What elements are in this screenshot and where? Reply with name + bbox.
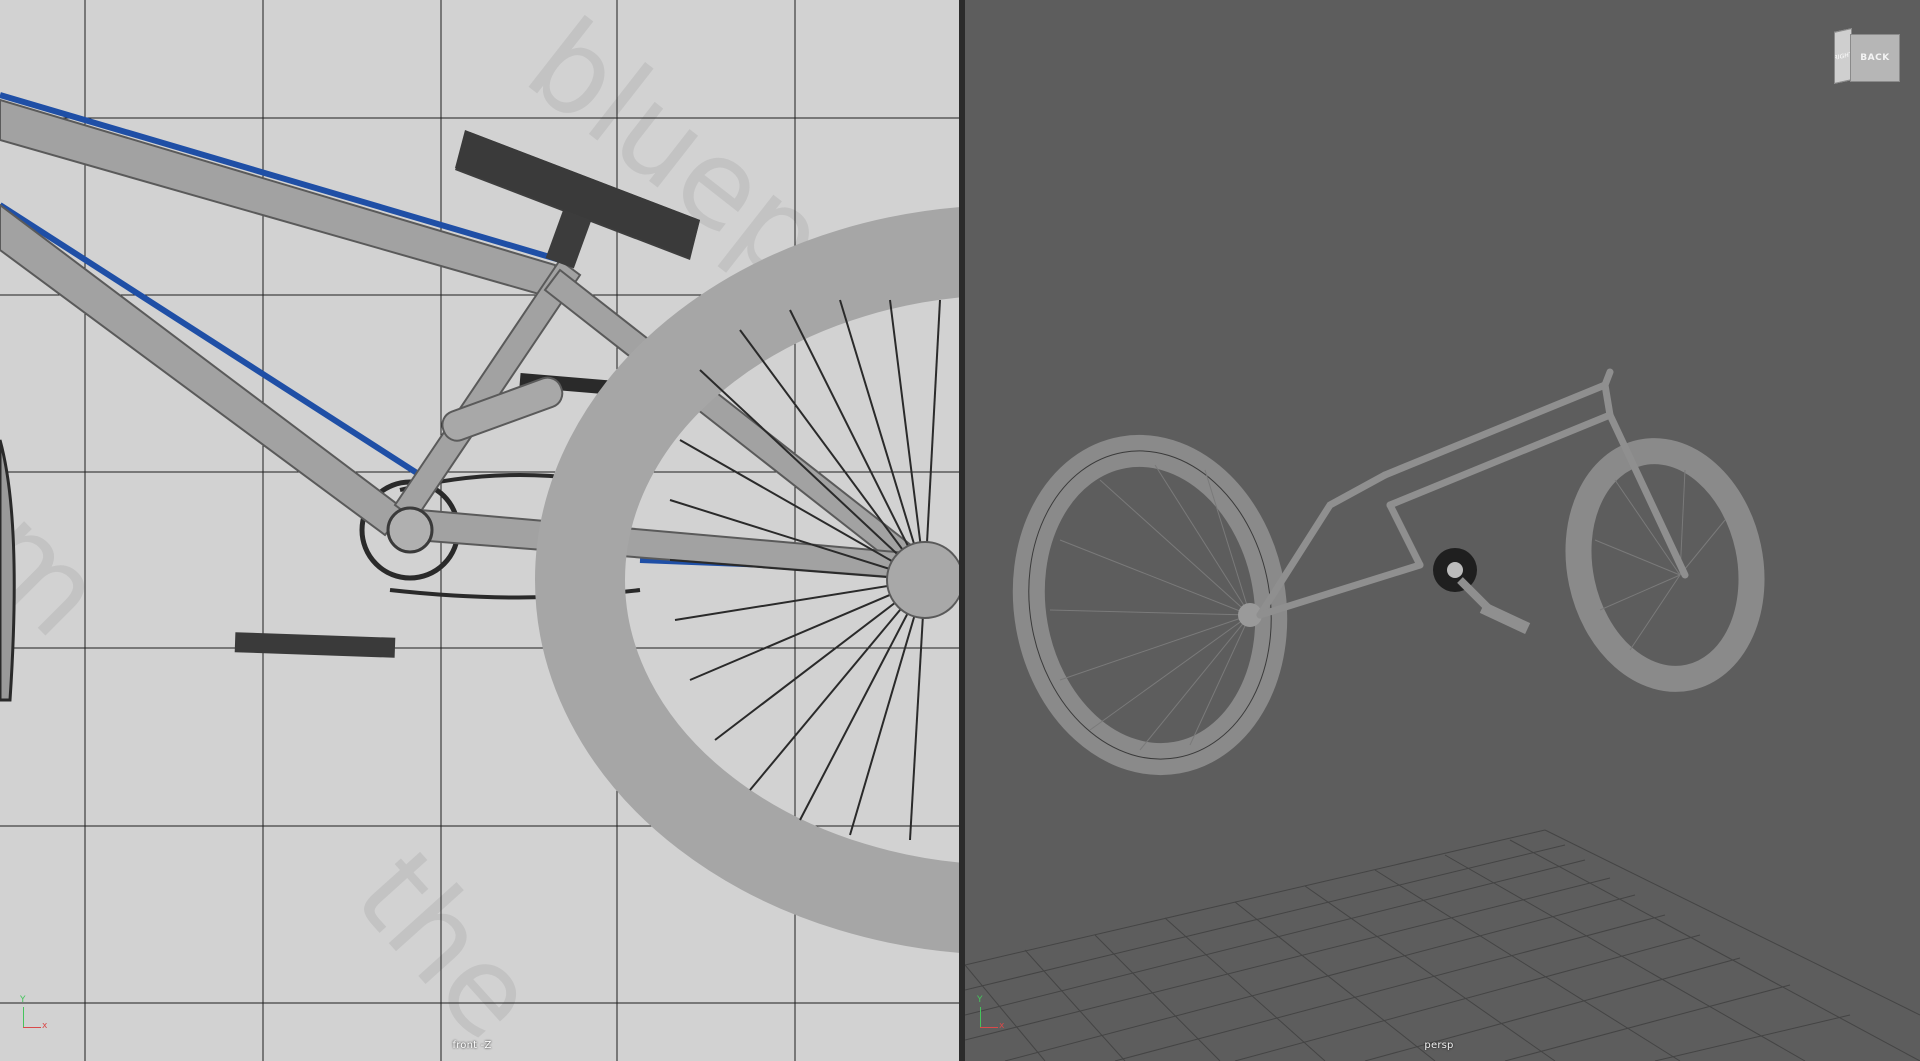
front-tire-edge <box>0 439 16 702</box>
axis-y-label: Y <box>20 995 26 1005</box>
persp-viewport[interactable]: RIGHT BACK Y x persp <box>965 0 1920 1061</box>
axis-indicator: Y x <box>18 995 48 1037</box>
camera-label-persp: persp <box>1424 1040 1454 1051</box>
front-viewport-canvas: bluep the m <box>0 0 959 1061</box>
axis-indicator: Y x <box>975 995 1005 1037</box>
view-cube-face[interactable]: BACK <box>1850 34 1900 82</box>
bottom-bracket <box>386 506 434 554</box>
persp-rear-wheel <box>1012 434 1288 776</box>
axis-x-label: x <box>42 1021 48 1031</box>
ground-grid <box>965 829 1920 1061</box>
persp-front-wheel <box>1565 438 1765 692</box>
image-plane-watermark-bottom: the <box>328 826 563 1061</box>
front-viewport[interactable]: bluep the m Y x front -Z <box>0 0 959 1061</box>
view-cube[interactable]: RIGHT BACK <box>1830 28 1900 86</box>
persp-crank <box>1433 548 1531 635</box>
axis-y-label: Y <box>977 995 983 1005</box>
camera-label-front: front -Z <box>452 1040 492 1051</box>
axis-x-label: x <box>999 1021 1005 1031</box>
image-plane-watermark-left: m <box>0 482 130 663</box>
persp-viewport-canvas <box>965 368 1920 1061</box>
